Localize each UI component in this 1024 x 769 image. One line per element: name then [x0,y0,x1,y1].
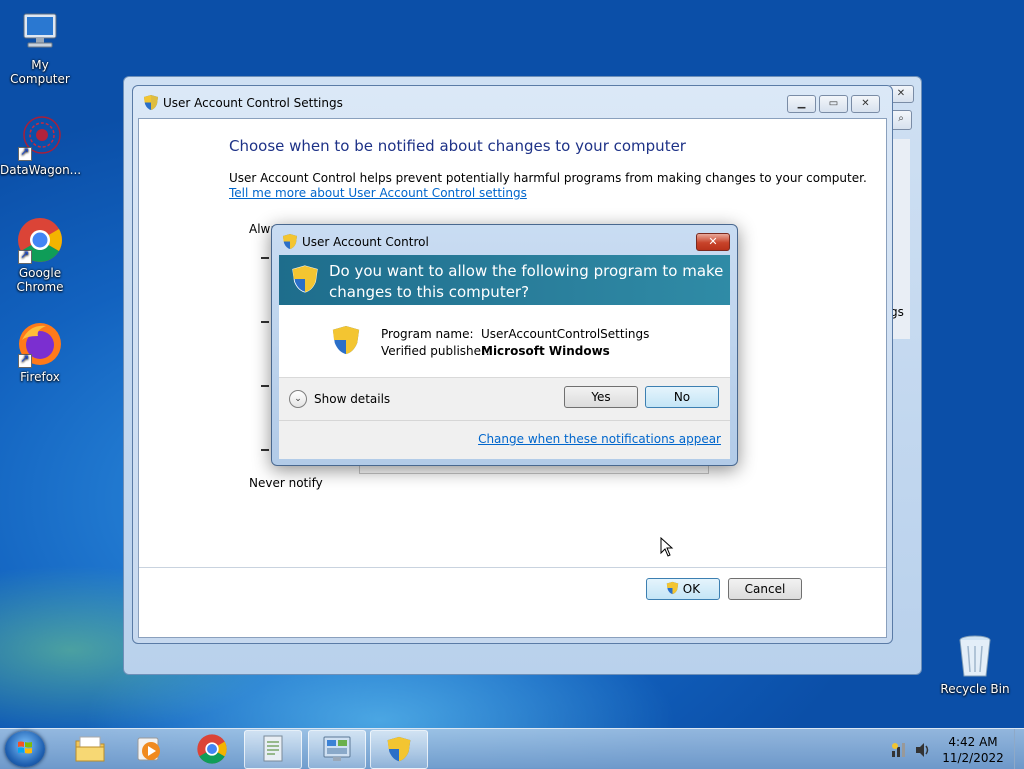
close-button[interactable]: ✕ [696,233,730,251]
no-button[interactable]: No [645,386,719,408]
dialog-title: User Account Control [302,235,429,249]
program-info: Program name: UserAccountControlSettings… [279,305,730,377]
control-panel-icon [323,736,351,761]
ok-button[interactable]: OK [646,578,720,600]
shield-icon [332,325,360,355]
network-icon[interactable] [890,741,908,759]
show-details-toggle[interactable]: Show details [314,392,390,406]
desktop-icon-label: Firefox [20,370,60,384]
shield-icon [666,581,679,595]
footer-separator [139,567,886,568]
taskbar-media-player-button[interactable] [122,730,178,767]
taskbar-control-panel-button[interactable] [308,730,366,769]
change-notifications-link[interactable]: Change when these notifications appear [478,432,721,446]
shield-icon [283,234,297,249]
shortcut-arrow-icon [18,352,32,368]
cancel-button[interactable]: Cancel [728,578,802,600]
desktop-icon-google-chrome[interactable]: Google Chrome [0,216,80,294]
window-title: User Account Control Settings [163,96,343,110]
close-button[interactable]: ✕ [851,95,880,113]
yes-button[interactable]: Yes [564,386,638,408]
minimize-button[interactable]: ▁ [787,95,816,113]
question-text: Do you want to allow the following progr… [329,262,724,301]
slider-tick [261,321,269,323]
chevron-down-icon[interactable]: ⌄ [289,390,307,408]
media-player-icon [137,737,160,761]
footer-divider [279,420,730,421]
chrome-icon [16,216,64,264]
taskbar-chrome-button[interactable] [184,730,240,767]
desktop-icon-label: DataWagon... [0,163,82,177]
start-button[interactable] [5,731,45,767]
clock-time: 4:42 AM [948,735,998,749]
slider-tick [261,385,269,387]
ok-button-label: OK [682,582,701,596]
publisher-label: Verified publisher: [381,344,490,358]
taskbar-explorer-button[interactable] [62,730,118,767]
shortcut-arrow-icon [18,248,32,264]
learn-more-link[interactable]: Tell me more about User Account Control … [229,186,527,200]
desktop-icon-label: My Computer [10,58,70,86]
clock-date: 11/2/2022 [942,751,1004,765]
desktop-icon-recycle-bin[interactable]: Recycle Bin [935,632,1015,696]
taskbar-document-button[interactable] [244,730,302,769]
firefox-icon [16,320,64,368]
system-clock[interactable]: 4:42 AM 11/2/2022 [940,734,1006,766]
volume-icon[interactable] [914,741,932,759]
publisher-value: Microsoft Windows [481,344,610,358]
dialog-footer: ⌄ Show details Yes No Change when these … [279,377,730,459]
computer-icon [16,8,64,56]
program-name-label: Program name: [381,327,474,341]
desktop-icon-label: Google Chrome [16,266,64,294]
shield-icon [387,736,411,762]
taskbar: 4:42 AM 11/2/2022 [0,728,1024,769]
search-icon[interactable]: ⌕ [890,110,912,130]
page-heading: Choose when to be notified about changes… [229,137,686,155]
shield-icon [144,95,158,110]
slider-tick [261,257,269,259]
shortcut-arrow-icon [18,145,32,161]
show-desktop-button[interactable] [1014,729,1024,769]
maximize-button[interactable]: ▭ [819,95,848,113]
shield-icon [292,265,318,293]
program-name-value: UserAccountControlSettings [481,327,650,341]
folder-icon [75,736,105,762]
desktop-icon-my-computer[interactable]: My Computer [0,8,80,86]
never-notify-label: Never notify [249,476,323,490]
description-text: User Account Control helps prevent poten… [229,171,867,185]
desktop-icon-firefox[interactable]: Firefox [0,320,80,384]
taskbar-uac-button[interactable] [370,730,428,769]
recycle-bin-icon [951,632,999,680]
chrome-icon [197,734,227,764]
document-icon [263,735,283,762]
desktop-icon-label: Recycle Bin [940,682,1010,696]
uac-prompt-dialog: User Account Control ✕ Do you want to al… [271,224,738,466]
title-bar[interactable]: User Account Control Settings ▁ ▭ ✕ [133,86,892,118]
question-banner: Do you want to allow the following progr… [279,255,730,305]
datawagon-icon [16,113,64,161]
desktop-icon-datawagon[interactable]: DataWagon... [0,113,82,177]
slider-tick [261,449,269,451]
windows-logo-icon [18,741,32,754]
mouse-cursor-icon [660,537,674,557]
